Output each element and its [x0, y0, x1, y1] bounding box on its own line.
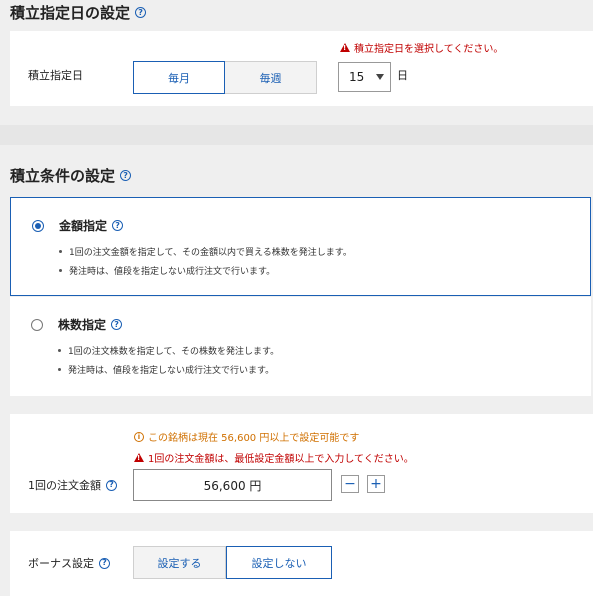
frequency-toggle: 毎月 毎週 [133, 61, 317, 94]
frequency-monthly-button[interactable]: 毎月 [133, 61, 225, 94]
help-icon[interactable]: ? [111, 319, 123, 330]
bonus-on-button[interactable]: 設定する [133, 546, 226, 579]
day-unit: 日 [397, 69, 408, 82]
day-label: 積立指定日 [28, 69, 83, 82]
conditions-section-title: 積立条件の設定 ? [10, 165, 132, 186]
amount-error: 1回の注文金額は、最低設定金額以上で入力してください。 [134, 450, 414, 465]
option-shares-radio[interactable] [31, 319, 43, 331]
bonus-off-button[interactable]: 設定しない [226, 546, 332, 579]
chevron-down-icon [376, 74, 384, 80]
help-icon[interactable]: ? [112, 220, 124, 231]
option-amount-card[interactable]: 金額指定 ? 1回の注文金額を指定して、その金額以内で買える株数を発注します。 … [10, 197, 591, 296]
bullet-item: 1回の注文株数を指定して、その株数を発注します。 [58, 344, 279, 357]
help-icon[interactable]: ? [120, 170, 132, 181]
warning-icon [340, 43, 350, 52]
day-select[interactable]: 15 [338, 62, 391, 92]
bullet-item: 発注時は、値段を指定しない成行注文で行います。 [59, 264, 275, 277]
day-section-title: 積立指定日の設定 ? [10, 2, 147, 23]
help-icon[interactable]: ? [99, 557, 110, 569]
help-icon[interactable]: ? [135, 7, 147, 18]
option-amount-radio[interactable] [32, 220, 44, 232]
info-icon: i [134, 431, 144, 442]
warning-icon [134, 453, 144, 462]
option-shares-title: 株数指定 ? [58, 316, 123, 333]
amount-label: 1回の注文金額 ? [28, 477, 117, 493]
help-icon[interactable]: ? [106, 479, 117, 491]
decrement-button[interactable]: − [341, 475, 359, 493]
amount-panel: i この銘柄は現在 56,600 円以上で設定可能です 1回の注文金額は、最低設… [10, 414, 593, 513]
frequency-weekly-button[interactable]: 毎週 [225, 61, 317, 94]
bonus-panel: ボーナス設定 ? 設定する 設定しない [10, 531, 593, 596]
bonus-toggle: 設定する 設定しない [133, 546, 332, 579]
day-settings-panel: 積立指定日を選択してください。 積立指定日 毎月 毎週 15 日 [10, 31, 593, 106]
amount-info: i この銘柄は現在 56,600 円以上で設定可能です [134, 429, 359, 444]
bullet-item: 発注時は、値段を指定しない成行注文で行います。 [58, 363, 274, 376]
amount-input[interactable]: 56,600 円 [133, 469, 332, 501]
section-divider [0, 125, 593, 145]
bonus-label: ボーナス設定 ? [28, 555, 110, 571]
bullet-item: 1回の注文金額を指定して、その金額以内で買える株数を発注します。 [59, 245, 352, 258]
option-amount-title: 金額指定 ? [59, 217, 124, 234]
increment-button[interactable]: + [367, 475, 385, 493]
day-error: 積立指定日を選択してください。 [340, 40, 503, 55]
option-shares-card[interactable]: 株数指定 ? 1回の注文株数を指定して、その株数を発注します。 発注時は、値段を… [10, 297, 591, 396]
